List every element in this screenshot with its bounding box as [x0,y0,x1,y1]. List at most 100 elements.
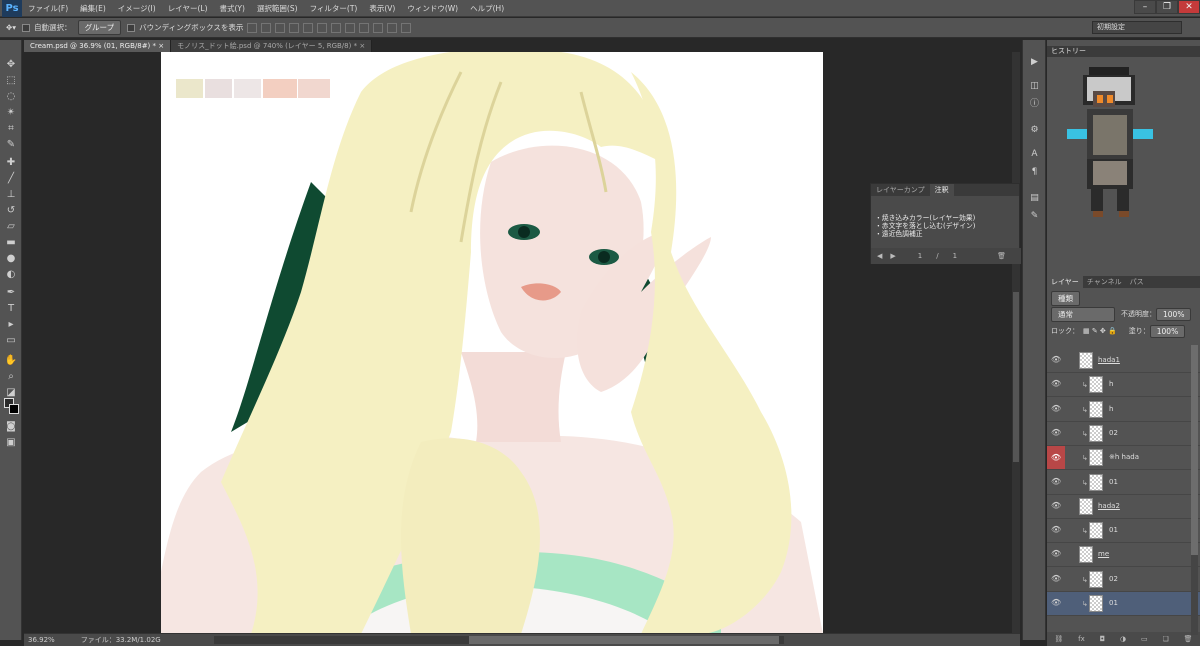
tab-close-icon[interactable]: × [158,42,164,50]
layer-row[interactable]: 👁 ↳ 01 [1047,519,1200,544]
zoom-level[interactable]: 36.92% [28,636,55,644]
path-select-icon[interactable]: ▸ [4,318,18,331]
distribute-center-icon[interactable] [387,22,398,33]
type-tool-icon[interactable]: T [4,302,18,315]
layer-row[interactable]: 👁 ↳ ※h hada [1047,446,1200,471]
menu-filter[interactable]: フィルター(T) [304,3,364,14]
menu-image[interactable]: イメージ(I) [112,3,162,14]
notes-icon[interactable]: ✎ [1028,210,1041,222]
blend-mode-dropdown[interactable]: 通常 [1051,306,1115,322]
menu-layer[interactable]: レイヤー(L) [162,3,214,14]
visibility-eye-icon[interactable]: 👁 [1047,446,1065,470]
delete-layer-icon[interactable]: 🗑 [1184,635,1193,643]
opacity-input[interactable]: 100% [1156,307,1192,321]
blur-tool-icon[interactable]: ● [4,252,18,265]
stamp-tool-icon[interactable]: ⊥ [4,188,18,201]
brush-tool-icon[interactable]: ╱ [4,172,18,185]
hand-tool-icon[interactable]: ✋ [4,354,18,367]
lock-pixels-icon[interactable]: ▦ ✎ ✥ 🔒 [1083,327,1117,335]
layer-row[interactable]: 👁 ↳ 02 [1047,422,1200,446]
visibility-eye-icon[interactable]: 👁 [1051,477,1061,487]
menu-help[interactable]: ヘルプ(H) [464,3,510,14]
visibility-eye-icon[interactable]: 👁 [1051,404,1061,414]
layer-row[interactable]: 👁 me [1047,543,1200,568]
screen-mode-icon[interactable]: ▣ [4,436,18,449]
align-top-icon[interactable] [247,22,258,33]
layer-row[interactable]: 👁 hada2 [1047,495,1200,519]
distribute-bottom-icon[interactable] [359,22,370,33]
canvas[interactable] [161,52,823,634]
tab-monolith[interactable]: モノリス_ドット絵.psd @ 740% (レイヤー 5, RGB/8) * × [171,40,373,52]
new-layer-icon[interactable]: ❏ [1163,635,1169,643]
visibility-eye-icon[interactable]: 👁 [1051,379,1061,389]
visibility-eye-icon[interactable]: 👁 [1051,598,1061,608]
gradient-tool-icon[interactable]: ▬ [4,236,18,249]
new-group-icon[interactable]: ▭ [1141,635,1148,643]
paragraph-icon[interactable]: ¶ [1028,166,1041,178]
tab-close-icon[interactable]: × [359,42,365,50]
auto-select-dropdown[interactable]: グループ [77,20,122,35]
play-action-icon[interactable]: ▶ [1028,56,1041,68]
horizontal-scrollbar[interactable] [214,636,784,644]
horizontal-scroll-thumb[interactable] [469,636,779,644]
shape-tool-icon[interactable]: ▭ [4,334,18,347]
visibility-eye-icon[interactable]: 👁 [1051,549,1061,559]
background-color-swatch[interactable] [9,404,19,414]
character-icon[interactable]: A [1028,148,1041,160]
close-button[interactable]: ✕ [1178,0,1200,14]
lasso-tool-icon[interactable]: ◌ [4,90,18,103]
history-panel-title[interactable]: ヒストリー [1047,46,1200,57]
vertical-scrollbar[interactable] [1012,52,1020,634]
next-note-icon[interactable]: ▶ [890,252,895,260]
layer-comps-icon[interactable]: ▤ [1028,192,1041,204]
eyedropper-icon[interactable]: ✎ [4,138,18,151]
layer-row[interactable]: 👁 hada1 [1047,349,1200,373]
history-brush-icon[interactable]: ↺ [4,204,18,217]
layer-style-icon[interactable]: fx [1078,635,1085,643]
layer-row[interactable]: 👁 ↳ 01 [1047,592,1200,616]
dodge-tool-icon[interactable]: ◐ [4,268,18,281]
zoom-tool-icon[interactable]: ⌕ [4,370,18,383]
delete-note-icon[interactable]: 🗑 [997,252,1006,260]
crop-tool-icon[interactable]: ⌗ [4,122,18,135]
distribute-top-icon[interactable] [331,22,342,33]
pen-tool-icon[interactable]: ✒ [4,286,18,299]
distribute-middle-icon[interactable] [345,22,356,33]
auto-select-checkbox[interactable] [22,23,31,32]
layer-row[interactable]: 👁 ↳ h [1047,373,1200,398]
layer-row[interactable]: 👁 ↳ 02 [1047,568,1200,592]
menu-edit[interactable]: 編集(E) [74,3,112,14]
tab-notes[interactable]: 注釈 [929,184,954,196]
restore-button[interactable]: ❐ [1156,0,1178,14]
quick-mask-icon[interactable]: ◙ [4,420,18,433]
menu-type[interactable]: 書式(Y) [214,3,251,14]
align-bottom-icon[interactable] [275,22,286,33]
menu-view[interactable]: 表示(V) [363,3,401,14]
link-layers-icon[interactable]: ⛓ [1054,635,1063,643]
add-mask-icon[interactable]: ◘ [1100,635,1106,643]
bbox-checkbox[interactable] [127,23,136,32]
distribute-left-icon[interactable] [373,22,384,33]
adjustments-icon[interactable]: ⚙ [1028,124,1041,136]
menu-select[interactable]: 選択範囲(S) [251,3,304,14]
workspace-dropdown[interactable]: 初期設定 [1092,21,1182,34]
visibility-eye-icon[interactable]: 👁 [1051,525,1061,535]
align-right-icon[interactable] [317,22,328,33]
visibility-eye-icon[interactable]: 👁 [1051,428,1061,438]
magic-wand-icon[interactable]: ✴ [4,106,18,119]
layer-filter-dropdown[interactable]: 種類 [1051,290,1080,306]
tab-channels[interactable]: チャンネル [1083,276,1126,288]
healing-brush-icon[interactable]: ✚ [4,156,18,169]
layers-scroll-thumb[interactable] [1191,345,1198,555]
move-tool-icon[interactable]: ✥▾ [6,23,16,32]
prev-note-icon[interactable]: ◀ [877,252,882,260]
move-tool-icon[interactable]: ✥ [4,58,18,71]
visibility-eye-icon[interactable]: 👁 [1051,501,1061,511]
layers-scrollbar[interactable] [1191,345,1198,635]
minimize-button[interactable]: – [1134,0,1156,14]
fill-input[interactable]: 100% [1149,324,1186,338]
menu-window[interactable]: ウィンドウ(W) [401,3,464,14]
tab-layer-comps[interactable]: レイヤーカンプ [871,184,930,196]
layer-row[interactable]: 👁 ↳ 01 [1047,471,1200,495]
navigator-icon[interactable]: ◫ [1028,80,1041,92]
